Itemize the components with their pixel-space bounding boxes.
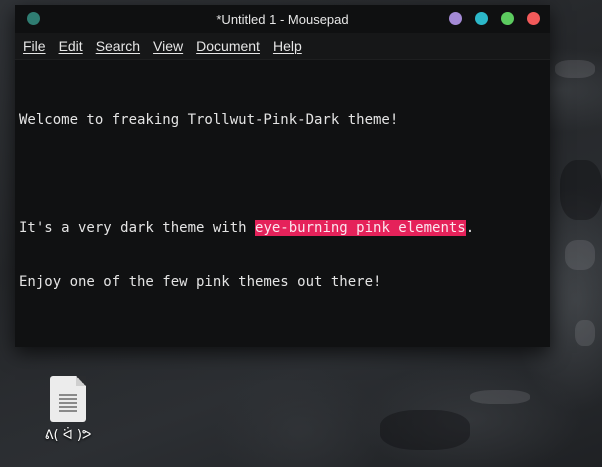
window-title: *Untitled 1 - Mousepad bbox=[216, 11, 349, 27]
wallpaper-rock bbox=[555, 60, 595, 78]
maximize-button[interactable] bbox=[475, 12, 488, 25]
wallpaper-rock bbox=[380, 410, 470, 450]
wallpaper-rock bbox=[560, 160, 602, 220]
editor-line-3: Enjoy one of the few pink themes out the… bbox=[19, 274, 382, 290]
window-controls bbox=[449, 12, 540, 25]
menubar: File Edit Search View Document Help bbox=[15, 33, 550, 60]
minimize-button[interactable] bbox=[449, 12, 462, 25]
wallpaper-rock bbox=[575, 320, 595, 346]
editor-line-empty bbox=[19, 165, 546, 183]
app-menu-icon[interactable] bbox=[27, 12, 40, 25]
text-prefix: It's a very dark theme with bbox=[19, 220, 256, 236]
desktop-file-label: ᕕ( ᐛ )ᕗ bbox=[44, 428, 92, 443]
mousepad-window: *Untitled 1 - Mousepad File Edit Search … bbox=[15, 5, 550, 347]
menu-help[interactable]: Help bbox=[273, 38, 308, 54]
menu-document[interactable]: Document bbox=[196, 38, 266, 54]
text-selection: eye-burning pink elements bbox=[255, 220, 466, 236]
text-editor[interactable]: Welcome to freaking Trollwut-Pink-Dark t… bbox=[15, 60, 550, 347]
wallpaper-rock bbox=[470, 390, 530, 404]
menu-search[interactable]: Search bbox=[96, 38, 146, 54]
desktop-file[interactable]: ᕕ( ᐛ )ᕗ bbox=[40, 376, 96, 443]
menu-edit[interactable]: Edit bbox=[59, 38, 89, 54]
restore-button[interactable] bbox=[501, 12, 514, 25]
menu-view[interactable]: View bbox=[153, 38, 189, 54]
text-file-icon bbox=[50, 376, 86, 422]
editor-line-2: It's a very dark theme with eye-burning … bbox=[19, 219, 546, 237]
menu-file[interactable]: File bbox=[23, 38, 52, 54]
text-suffix: . bbox=[465, 220, 475, 236]
close-button[interactable] bbox=[527, 12, 540, 25]
titlebar[interactable]: *Untitled 1 - Mousepad bbox=[15, 5, 550, 33]
editor-line-1: Welcome to freaking Trollwut-Pink-Dark t… bbox=[19, 112, 399, 128]
wallpaper-rock bbox=[565, 240, 595, 270]
